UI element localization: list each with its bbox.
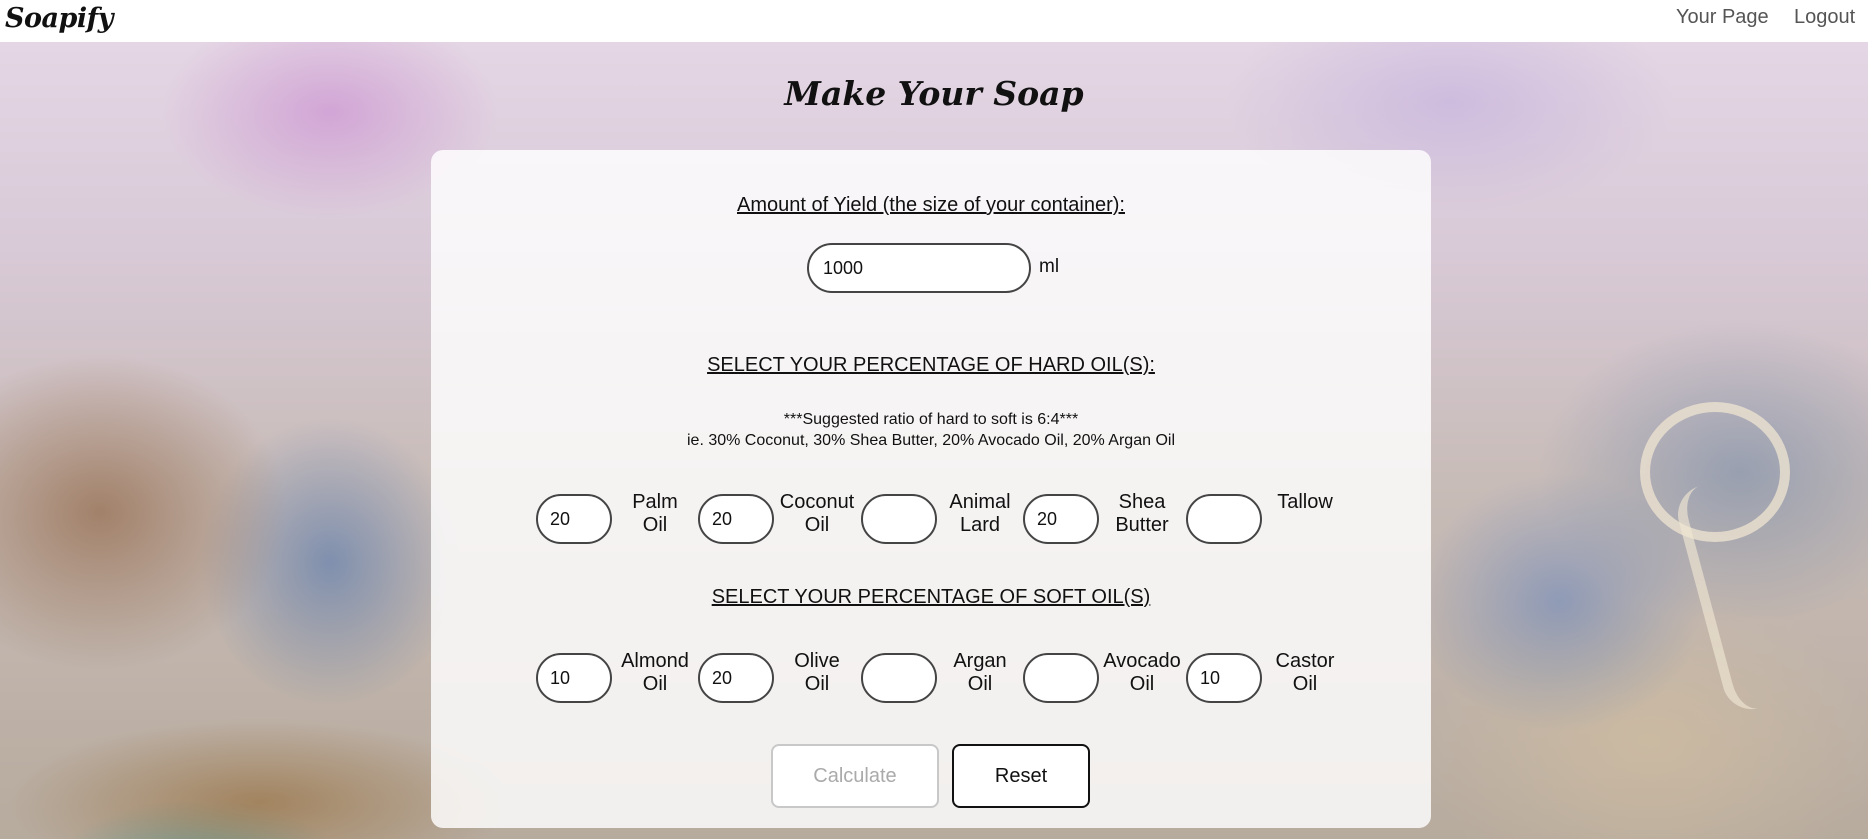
soft-oil-olive: Olive Oil [698,650,856,710]
olive-oil-label: Olive Oil [778,650,856,696]
palm-oil-label: Palm Oil [616,491,694,537]
reset-button[interactable]: Reset [952,744,1090,808]
hard-oils-row: Palm Oil Coconut Oil Animal Lard Shea Bu… [536,491,1333,551]
argan-oil-label: Argan Oil [941,650,1019,696]
oil-label-line: Castor [1275,650,1335,672]
oil-label-line: Avocado [1103,650,1181,672]
brand-logo[interactable]: Soapify [5,3,113,34]
hard-oil-tallow: Tallow [1186,491,1344,551]
soft-oil-argan: Argan Oil [861,650,1019,710]
oil-label-line: Oil [804,514,830,536]
olive-oil-input[interactable] [698,653,774,703]
soft-oil-castor: Castor Oil [1186,650,1344,710]
tallow-input[interactable] [1186,494,1262,544]
oil-label-line: Oil [642,514,668,536]
shea-butter-label: Shea Butter [1103,491,1181,537]
top-navbar: Soapify Your Page Logout [0,0,1868,42]
oil-label-line: Shea [1118,491,1166,513]
suggested-ratio-example: ie. 30% Coconut, 30% Shea Butter, 20% Av… [686,432,1175,449]
soap-form-card: Amount of Yield (the size of your contai… [431,150,1431,828]
tallow-label: Tallow [1266,491,1344,514]
yield-unit: ml [1039,256,1060,277]
shea-butter-input[interactable] [1023,494,1099,544]
oil-label-line: Animal [949,491,1011,513]
yield-input[interactable] [807,243,1031,293]
almond-oil-input[interactable] [536,653,612,703]
suggested-ratio-text: ***Suggested ratio of hard to soft is 6:… [783,411,1079,428]
oil-label-line: Oil [804,673,830,695]
soft-oils-row: Almond Oil Olive Oil Argan Oil Avocado O… [536,650,1334,710]
hard-oil-coconut: Coconut Oil [698,491,856,551]
calculate-button[interactable]: Calculate [771,744,939,808]
hard-oil-palm: Palm Oil [536,491,694,551]
oil-label-line: Argan [953,650,1007,672]
oil-label-line: Palm [632,491,678,513]
oil-label-line: Oil [1292,673,1318,695]
oil-label-line: Lard [959,514,1001,536]
avocado-oil-input[interactable] [1023,653,1099,703]
oil-label-line: Almond [621,650,689,672]
hard-oils-heading: SELECT YOUR PERCENTAGE OF HARD OIL(S): [707,354,1155,376]
nav-link-logout[interactable]: Logout [1794,6,1855,29]
oil-label-line: Oil [1129,673,1155,695]
coconut-oil-input[interactable] [698,494,774,544]
oil-label-line: Oil [967,673,993,695]
castor-oil-label: Castor Oil [1266,650,1344,696]
soft-oils-heading: SELECT YOUR PERCENTAGE OF SOFT OIL(S) [711,586,1151,608]
palm-oil-input[interactable] [536,494,612,544]
castor-oil-input[interactable] [1186,653,1262,703]
soft-oil-avocado: Avocado Oil [1023,650,1181,710]
animal-lard-input[interactable] [861,494,937,544]
nav-link-your-page[interactable]: Your Page [1676,6,1769,29]
hard-oil-shea-butter: Shea Butter [1023,491,1181,551]
almond-oil-label: Almond Oil [616,650,694,696]
animal-lard-label: Animal Lard [941,491,1019,537]
avocado-oil-label: Avocado Oil [1103,650,1181,696]
coconut-oil-label: Coconut Oil [778,491,856,537]
oil-label-line: Butter [1115,514,1169,536]
oil-label-line: Tallow [1277,491,1333,513]
argan-oil-input[interactable] [861,653,937,703]
yield-heading: Amount of Yield (the size of your contai… [737,194,1125,216]
soft-oil-almond: Almond Oil [536,650,694,710]
page-title: Make Your Soap [784,74,1084,113]
oil-label-line: Olive [794,650,840,672]
oil-label-line: Oil [642,673,668,695]
hard-oil-animal-lard: Animal Lard [861,491,1019,551]
oil-label-line: Coconut [779,491,855,513]
